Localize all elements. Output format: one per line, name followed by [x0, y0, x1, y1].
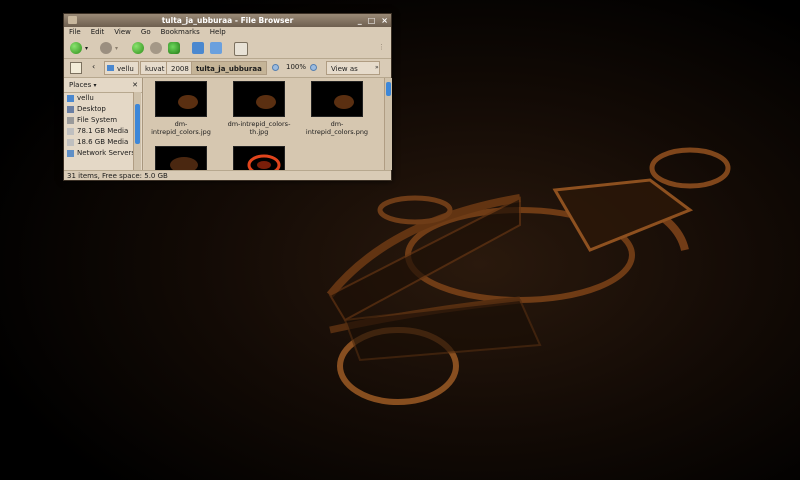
menu-file[interactable]: File — [69, 27, 81, 38]
window-app-icon[interactable] — [68, 16, 77, 24]
file-thumbnail — [311, 81, 363, 117]
location-bar: ‹ vellu kuvat 2008 tulta_ja_ubburaa 100%… — [64, 59, 391, 87]
view-mode-chevron-icon: » — [375, 64, 379, 71]
close-button[interactable]: × — [381, 14, 388, 27]
menu-view[interactable]: View — [114, 27, 131, 38]
breadcrumb-tulta-ja-ubburaa[interactable]: tulta_ja_ubburaa — [191, 61, 267, 75]
file-item[interactable] — [146, 146, 216, 170]
desktop-icon — [67, 106, 74, 113]
menu-bar: File Edit View Go Bookmarks Help — [64, 27, 391, 38]
zoom-level[interactable]: 100% — [286, 63, 306, 71]
status-text: 31 items, Free space: 5.0 GB — [67, 172, 168, 180]
home-icon[interactable] — [192, 42, 204, 54]
file-name: dm-intrepid_colors.png — [305, 120, 369, 136]
file-browser-window: tulta_ja_ubburaa - File Browser _ □ × Fi… — [63, 13, 392, 181]
file-view-scrollbar[interactable] — [384, 78, 392, 170]
back-dropdown-icon[interactable]: ▾ — [85, 45, 88, 52]
window-titlebar[interactable]: tulta_ja_ubburaa - File Browser _ □ × — [64, 14, 391, 27]
drive-icon — [67, 128, 74, 135]
breadcrumb-left-arrow[interactable]: ‹ — [92, 62, 95, 71]
places-header-label: Places — [69, 81, 92, 89]
file-name: dm-intrepid_colors-th.jpg — [227, 120, 291, 136]
menu-bookmarks[interactable]: Bookmarks — [161, 27, 200, 38]
view-mode-select[interactable]: View as Icons — [326, 61, 380, 87]
edit-location-icon[interactable] — [70, 62, 82, 74]
sidebar-item-label: 78.1 GB Media — [77, 127, 129, 135]
file-thumbnail — [155, 146, 207, 170]
file-thumbnail — [155, 81, 207, 117]
file-icon-view: dm-intrepid_colors.jpg dm-intrepid_color… — [144, 78, 392, 170]
computer-icon[interactable] — [210, 42, 222, 54]
minimize-button[interactable]: _ — [358, 14, 362, 27]
search-icon[interactable] — [234, 42, 248, 56]
file-view-scroll-thumb[interactable] — [386, 82, 391, 96]
menu-help[interactable]: Help — [210, 27, 226, 38]
sidebar-item-media-18[interactable]: 18.6 GB Media — [64, 137, 142, 148]
sidebar-item-label: Desktop — [77, 105, 106, 113]
toolbar-grip-icon: ⋮ — [378, 43, 385, 51]
file-name: dm-intrepid_colors.jpg — [151, 120, 211, 136]
sidebar-scrollbar[interactable] — [133, 92, 141, 170]
forward-icon[interactable] — [100, 42, 112, 54]
file-item[interactable]: dm-intrepid_colors.png — [302, 81, 372, 136]
home-folder-icon — [107, 65, 114, 71]
sidebar-item-label: 18.6 GB Media — [77, 138, 129, 146]
zoom-in-icon[interactable] — [310, 64, 317, 71]
file-thumbnail — [233, 146, 285, 170]
sidebar-item-label: vellu — [77, 94, 94, 102]
file-item[interactable]: dm-intrepid_colors-th.jpg — [224, 81, 294, 136]
reload-icon[interactable] — [168, 42, 180, 54]
maximize-button[interactable]: □ — [368, 14, 376, 27]
toolbar: ▾ ▾ ⋮ — [64, 38, 391, 59]
file-item[interactable]: dm-intrepid_colors.jpg — [146, 81, 216, 136]
status-bar: 31 items, Free space: 5.0 GB — [64, 170, 391, 181]
sidebar-item-label: File System — [77, 116, 118, 124]
sidebar-item-desktop[interactable]: Desktop — [64, 104, 142, 115]
close-sidebar-icon[interactable]: ✕ — [132, 78, 138, 92]
sidebar-item-label: Network Servers — [77, 149, 136, 157]
places-dropdown-icon: ▾ — [93, 82, 97, 89]
file-thumbnail — [233, 81, 285, 117]
places-sidebar: Places ▾ ✕ vellu Desktop File System 78.… — [64, 78, 143, 170]
stop-icon — [150, 42, 162, 54]
breadcrumb-2008[interactable]: 2008 — [166, 61, 194, 75]
network-icon — [67, 150, 74, 157]
sidebar-scroll-thumb[interactable] — [135, 104, 140, 144]
sidebar-item-vellu[interactable]: vellu — [64, 93, 142, 104]
menu-go[interactable]: Go — [141, 27, 151, 38]
places-header[interactable]: Places ▾ ✕ — [64, 78, 142, 93]
window-title: tulta_ja_ubburaa - File Browser — [161, 16, 294, 25]
zoom-out-icon[interactable] — [272, 64, 279, 71]
back-icon[interactable] — [70, 42, 82, 54]
home-icon — [67, 95, 74, 102]
sidebar-item-media-78[interactable]: 78.1 GB Media — [64, 126, 142, 137]
up-icon[interactable] — [132, 42, 144, 54]
menu-edit[interactable]: Edit — [91, 27, 105, 38]
drive-icon — [67, 139, 74, 146]
file-item[interactable] — [224, 146, 294, 170]
drive-icon — [67, 117, 74, 124]
sidebar-item-file-system[interactable]: File System — [64, 115, 142, 126]
sidebar-item-network-servers[interactable]: Network Servers — [64, 148, 142, 159]
forward-dropdown-icon: ▾ — [115, 45, 119, 52]
